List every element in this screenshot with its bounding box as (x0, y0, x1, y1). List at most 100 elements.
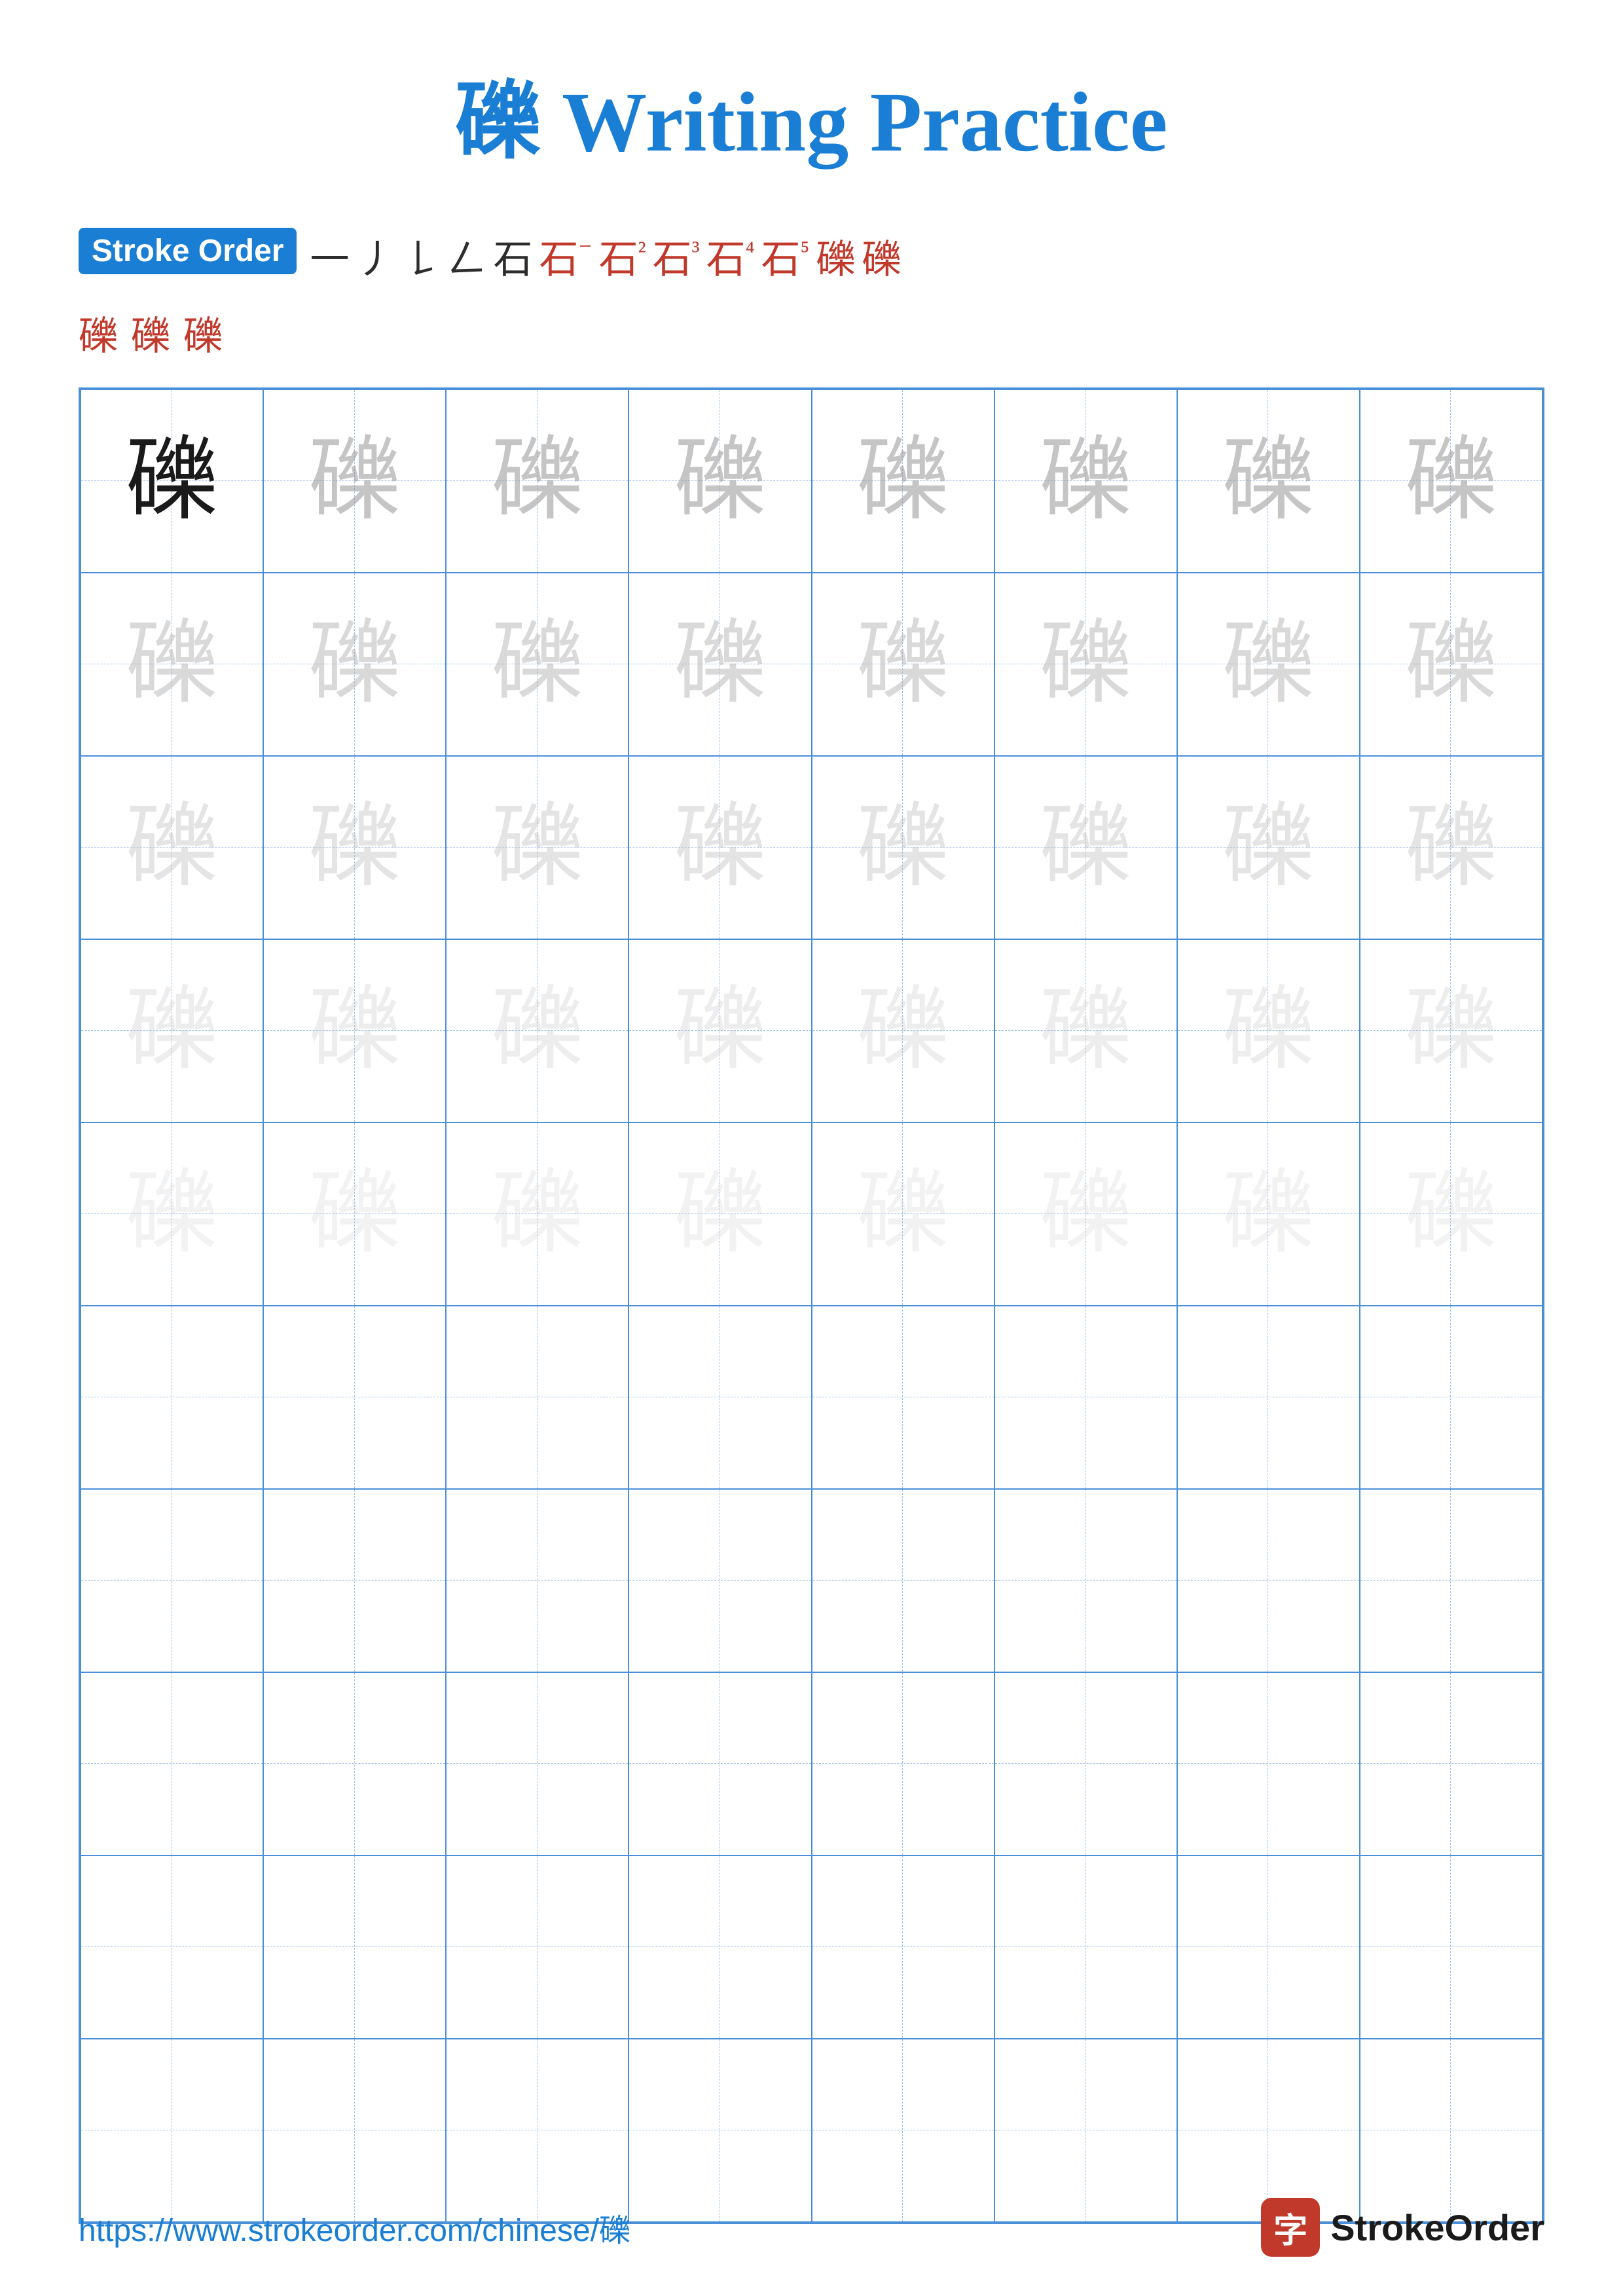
grid-cell-5-3[interactable]: 礫 (446, 1122, 629, 1306)
grid-cell-4-6[interactable]: 礫 (994, 939, 1177, 1122)
grid-cell-4-4[interactable]: 礫 (629, 939, 811, 1122)
stroke-order-row: Stroke Order 一 丿 𠄌 𠃋 石 石⁻ 石² 石³ 石⁴ 石⁵ 礫 … (79, 228, 1544, 285)
grid-cell-9-6[interactable] (994, 1856, 1177, 2039)
grid-cell-10-4[interactable] (629, 2039, 811, 2222)
grid-cell-1-5[interactable]: 礫 (812, 389, 994, 573)
grid-cell-6-3[interactable] (446, 1306, 629, 1489)
grid-cell-1-6[interactable]: 礫 (994, 389, 1177, 573)
grid-cell-8-4[interactable] (629, 1672, 811, 1856)
grid-cell-3-8[interactable]: 礫 (1360, 756, 1542, 939)
grid-cell-6-5[interactable] (812, 1306, 994, 1489)
grid-cell-6-6[interactable] (994, 1306, 1177, 1489)
grid-cell-1-4[interactable]: 礫 (629, 389, 811, 573)
grid-cell-6-8[interactable] (1360, 1306, 1542, 1489)
grid-cell-7-8[interactable] (1360, 1489, 1542, 1672)
grid-cell-8-6[interactable] (994, 1672, 1177, 1856)
char-display: 礫 (1222, 619, 1314, 710)
grid-cell-5-8[interactable]: 礫 (1360, 1122, 1542, 1306)
grid-row-5: 礫 礫 礫 礫 礫 礫 礫 (81, 1122, 1542, 1306)
grid-cell-10-5[interactable] (812, 2039, 994, 2222)
char-display: 礫 (126, 435, 218, 527)
char-display: 礫 (674, 1168, 766, 1260)
grid-cell-9-7[interactable] (1177, 1856, 1360, 2039)
char-display: 礫 (674, 802, 766, 893)
grid-cell-6-1[interactable] (81, 1306, 263, 1489)
grid-cell-9-8[interactable] (1360, 1856, 1542, 2039)
grid-cell-10-8[interactable] (1360, 2039, 1542, 2222)
grid-cell-6-4[interactable] (629, 1306, 811, 1489)
grid-cell-5-1[interactable]: 礫 (81, 1122, 263, 1306)
footer-brand-name: StrokeOrder (1330, 2206, 1544, 2249)
grid-cell-3-3[interactable]: 礫 (446, 756, 629, 939)
grid-cell-4-1[interactable]: 礫 (81, 939, 263, 1122)
grid-row-1: 礫 礫 礫 礫 礫 礫 礫 (81, 389, 1542, 573)
grid-cell-2-8[interactable]: 礫 (1360, 573, 1542, 756)
grid-cell-8-7[interactable] (1177, 1672, 1360, 1856)
grid-cell-3-5[interactable]: 礫 (812, 756, 994, 939)
grid-cell-7-3[interactable] (446, 1489, 629, 1672)
char-display: 礫 (309, 435, 401, 527)
grid-cell-1-1[interactable]: 礫 (81, 389, 263, 573)
grid-cell-1-3[interactable]: 礫 (446, 389, 629, 573)
grid-cell-9-2[interactable] (263, 1856, 446, 2039)
grid-cell-7-4[interactable] (629, 1489, 811, 1672)
grid-cell-10-3[interactable] (446, 2039, 629, 2222)
grid-cell-3-6[interactable]: 礫 (994, 756, 1177, 939)
grid-cell-8-1[interactable] (81, 1672, 263, 1856)
grid-cell-5-4[interactable]: 礫 (629, 1122, 811, 1306)
grid-cell-7-5[interactable] (812, 1489, 994, 1672)
grid-row-10 (81, 2039, 1542, 2222)
grid-cell-1-7[interactable]: 礫 (1177, 389, 1360, 573)
grid-cell-3-4[interactable]: 礫 (629, 756, 811, 939)
grid-cell-2-4[interactable]: 礫 (629, 573, 811, 756)
char-display: 礫 (857, 1168, 949, 1260)
grid-cell-5-6[interactable]: 礫 (994, 1122, 1177, 1306)
grid-cell-1-2[interactable]: 礫 (263, 389, 446, 573)
grid-cell-9-1[interactable] (81, 1856, 263, 2039)
grid-cell-2-6[interactable]: 礫 (994, 573, 1177, 756)
grid-cell-7-2[interactable] (263, 1489, 446, 1672)
grid-cell-7-7[interactable] (1177, 1489, 1360, 1672)
grid-cell-7-1[interactable] (81, 1489, 263, 1672)
grid-cell-4-2[interactable]: 礫 (263, 939, 446, 1122)
grid-cell-2-2[interactable]: 礫 (263, 573, 446, 756)
grid-cell-4-3[interactable]: 礫 (446, 939, 629, 1122)
grid-cell-2-5[interactable]: 礫 (812, 573, 994, 756)
grid-cell-8-8[interactable] (1360, 1672, 1542, 1856)
grid-cell-8-5[interactable] (812, 1672, 994, 1856)
grid-cell-10-6[interactable] (994, 2039, 1177, 2222)
grid-cell-9-3[interactable] (446, 1856, 629, 2039)
grid-cell-9-5[interactable] (812, 1856, 994, 2039)
footer-url[interactable]: https://www.strokeorder.com/chinese/礫 (79, 2204, 630, 2250)
title-char: 礫 (456, 75, 541, 170)
grid-cell-8-3[interactable] (446, 1672, 629, 1856)
grid-cell-6-7[interactable] (1177, 1306, 1360, 1489)
char-display: 礫 (1405, 619, 1497, 710)
char-display: 礫 (1040, 619, 1131, 710)
stroke-6: 石⁻ (539, 228, 592, 285)
grid-cell-8-2[interactable] (263, 1672, 446, 1856)
grid-cell-3-2[interactable]: 礫 (263, 756, 446, 939)
grid-cell-5-5[interactable]: 礫 (812, 1122, 994, 1306)
grid-cell-4-5[interactable]: 礫 (812, 939, 994, 1122)
title-text: Writing Practice (541, 75, 1168, 170)
grid-cell-3-1[interactable]: 礫 (81, 756, 263, 939)
grid-cell-7-6[interactable] (994, 1489, 1177, 1672)
grid-cell-10-1[interactable] (81, 2039, 263, 2222)
grid-cell-2-1[interactable]: 礫 (81, 573, 263, 756)
grid-cell-3-7[interactable]: 礫 (1177, 756, 1360, 939)
grid-cell-10-7[interactable] (1177, 2039, 1360, 2222)
grid-cell-5-2[interactable]: 礫 (263, 1122, 446, 1306)
stroke-5: 石 (493, 228, 532, 285)
grid-cell-10-2[interactable] (263, 2039, 446, 2222)
grid-cell-4-8[interactable]: 礫 (1360, 939, 1542, 1122)
grid-cell-5-7[interactable]: 礫 (1177, 1122, 1360, 1306)
grid-cell-4-7[interactable]: 礫 (1177, 939, 1360, 1122)
grid-cell-6-2[interactable] (263, 1306, 446, 1489)
grid-cell-9-4[interactable] (629, 1856, 811, 2039)
footer-logo: 字 (1261, 2198, 1320, 2257)
grid-cell-2-7[interactable]: 礫 (1177, 573, 1360, 756)
grid-cell-2-3[interactable]: 礫 (446, 573, 629, 756)
grid-cell-1-8[interactable]: 礫 (1360, 389, 1542, 573)
char-display: 礫 (1405, 802, 1497, 893)
